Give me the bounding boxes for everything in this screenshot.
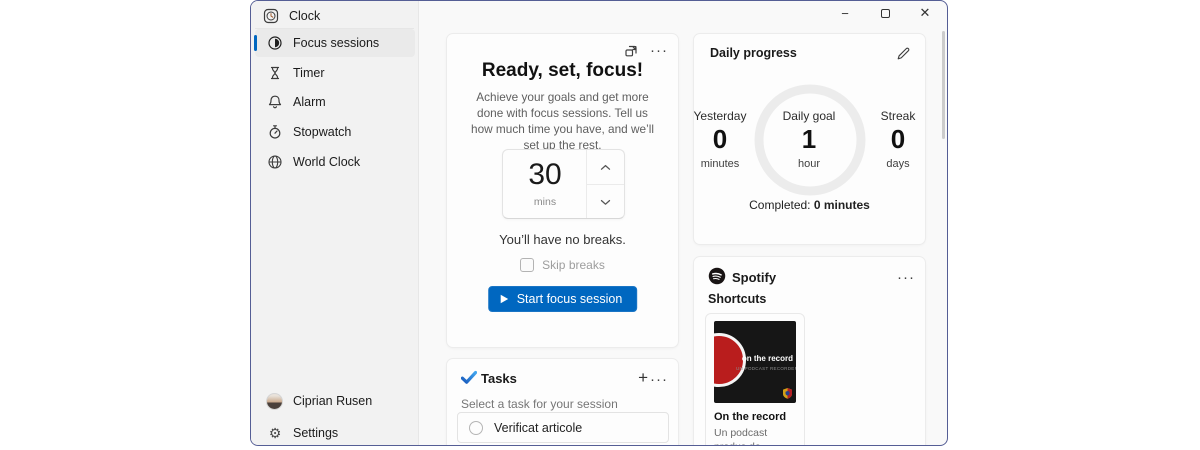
completed-line: Completed: 0 minutes (694, 198, 925, 212)
sidebar-header-label: Clock (289, 9, 320, 23)
stat-value: 0 (858, 124, 938, 155)
daily-progress-card: Daily progress Yesterday 0 minutes Daily… (693, 33, 926, 245)
podcast-shortcut-tile[interactable]: on the record UN PODCAST RECORDER On the… (705, 313, 805, 446)
task-item[interactable]: Verificat articole (457, 412, 669, 443)
compact-mode-icon[interactable] (624, 44, 638, 58)
sidebar-item-timer[interactable]: Timer (255, 59, 415, 87)
recorder-shield-icon (783, 388, 792, 399)
tasks-ellipsis-icon[interactable]: ··· (650, 375, 668, 385)
chevron-up-icon (600, 164, 611, 171)
sidebar-item-settings[interactable]: ⚙ Settings (255, 419, 415, 446)
sidebar-item-label: World Clock (293, 155, 360, 169)
scrollbar-thumb[interactable] (942, 31, 945, 139)
timer-icon (267, 65, 283, 81)
skip-breaks-checkbox[interactable] (520, 258, 534, 272)
skip-breaks-row[interactable]: Skip breaks (447, 258, 678, 272)
sidebar-header: Clock (251, 4, 418, 28)
duration-unit: mins (503, 196, 587, 208)
clock-app-icon (263, 8, 279, 24)
podcast-description: Un podcast produs de Recorder și... (714, 426, 800, 446)
breaks-note: You’ll have no breaks. (447, 232, 678, 247)
add-task-icon[interactable]: + (638, 368, 648, 388)
spotify-ellipsis-icon[interactable]: ··· (897, 273, 915, 283)
play-icon (499, 294, 509, 304)
chevron-down-icon (600, 199, 611, 206)
sidebar-item-label: Stopwatch (293, 125, 351, 139)
sidebar-item-world-clock[interactable]: World Clock (255, 148, 415, 176)
decrement-button[interactable] (587, 184, 624, 219)
close-icon: ✕ (920, 5, 931, 21)
world-clock-icon (267, 154, 283, 170)
spotify-title: Spotify (732, 270, 776, 285)
stat-label: Daily goal (769, 109, 849, 123)
task-radio[interactable] (469, 421, 483, 435)
start-button-label: Start focus session (517, 292, 623, 306)
stat-daily-goal: Daily goal 1 hour (769, 109, 849, 171)
cover-subtitle: UN PODCAST RECORDER (736, 366, 793, 371)
skip-breaks-label: Skip breaks (542, 258, 605, 272)
spotify-card: Spotify ··· Shortcuts on the record UN P… (693, 256, 926, 446)
selected-indicator (254, 35, 257, 51)
tasks-header: Tasks + ··· (447, 367, 678, 391)
edit-pencil-icon[interactable] (896, 46, 911, 61)
alarm-icon (267, 94, 283, 110)
gear-icon: ⚙ (267, 425, 283, 441)
titlebar-controls: − ✕ (825, 1, 945, 27)
maximize-icon (881, 9, 890, 18)
spotify-icon (708, 267, 726, 285)
focus-description: Achieve your goals and get more done wit… (465, 89, 660, 153)
focus-session-card: ··· Ready, set, focus! Achieve your goal… (446, 33, 679, 348)
stepper-buttons (586, 150, 624, 218)
increment-button[interactable] (587, 150, 624, 184)
stat-streak: Streak 0 days (858, 109, 938, 171)
cover-title: on the record (736, 354, 793, 363)
stat-value: 0 (680, 124, 760, 155)
focus-sessions-icon (267, 35, 283, 51)
stat-label: Streak (858, 109, 938, 123)
focus-card-actions: ··· (624, 44, 668, 58)
sidebar: Clock Focus sessions Timer Alarm (251, 1, 419, 445)
task-label: Verificat articole (494, 421, 582, 435)
stat-yesterday: Yesterday 0 minutes (680, 109, 760, 171)
podcast-cover-art: on the record UN PODCAST RECORDER (714, 321, 796, 403)
close-button[interactable]: ✕ (905, 1, 945, 25)
todo-check-icon (461, 369, 477, 385)
completed-prefix: Completed: (749, 198, 814, 212)
sidebar-item-alarm[interactable]: Alarm (255, 88, 415, 116)
shortcuts-heading: Shortcuts (708, 292, 766, 306)
ellipsis-icon[interactable]: ··· (650, 46, 668, 56)
sidebar-item-label: Timer (293, 66, 324, 80)
sidebar-item-stopwatch[interactable]: Stopwatch (255, 118, 415, 146)
sidebar-item-focus-sessions[interactable]: Focus sessions (255, 29, 415, 57)
stat-unit: days (858, 158, 938, 170)
minimize-button[interactable]: − (825, 1, 865, 25)
user-name: Ciprian Rusen (293, 394, 372, 408)
podcast-name: On the record (714, 411, 786, 423)
tasks-card: Tasks + ··· Select a task for your sessi… (446, 358, 679, 446)
sidebar-item-label: Focus sessions (293, 36, 379, 50)
stat-label: Yesterday (680, 109, 760, 123)
daily-progress-title: Daily progress (710, 46, 797, 60)
tasks-title: Tasks (481, 371, 517, 386)
settings-label: Settings (293, 426, 338, 440)
focus-title: Ready, set, focus! (447, 60, 678, 82)
tasks-subtitle: Select a task for your session (461, 397, 618, 411)
minimize-icon: − (841, 6, 849, 21)
stat-unit: hour (769, 158, 849, 170)
sidebar-item-label: Alarm (293, 95, 326, 109)
stat-unit: minutes (680, 158, 760, 170)
sidebar-user[interactable]: Ciprian Rusen (255, 387, 415, 415)
user-avatar (266, 393, 283, 410)
duration-stepper[interactable]: 30 mins (502, 149, 625, 219)
stopwatch-icon (267, 124, 283, 140)
completed-value: 0 minutes (814, 198, 870, 212)
start-focus-session-button[interactable]: Start focus session (488, 286, 638, 312)
stat-value: 1 (769, 124, 849, 155)
clock-app-window: − ✕ Clock Focus sessions T (250, 0, 948, 446)
maximize-button[interactable] (865, 1, 905, 25)
duration-value[interactable]: 30 (503, 158, 587, 192)
